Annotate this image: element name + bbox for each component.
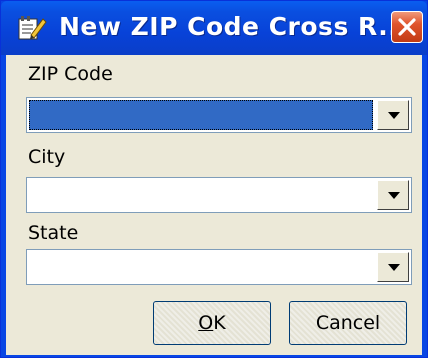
zip-code-dropdown-button[interactable] (377, 100, 409, 130)
state-value[interactable] (29, 252, 373, 282)
chevron-down-icon (388, 192, 400, 199)
ok-button[interactable]: OK (153, 301, 271, 345)
zip-code-value[interactable] (29, 100, 373, 130)
ok-label-rest: K (213, 312, 226, 334)
ok-mnemonic: O (198, 312, 214, 334)
window-title: New ZIP Code Cross R... (59, 12, 409, 41)
cancel-button[interactable]: Cancel (289, 301, 407, 345)
city-label: City (28, 146, 66, 168)
state-combobox[interactable] (26, 249, 412, 285)
zip-code-combobox[interactable] (26, 97, 412, 133)
city-combobox[interactable] (26, 177, 412, 213)
state-label: State (28, 222, 79, 244)
notepad-pencil-icon (17, 13, 47, 43)
chevron-down-icon (388, 112, 400, 119)
title-bar[interactable]: New ZIP Code Cross R... (1, 1, 427, 55)
close-icon (398, 18, 416, 36)
city-dropdown-button[interactable] (377, 180, 409, 210)
dialog-window: New ZIP Code Cross R... ZIP Code City St… (0, 0, 428, 358)
zip-code-label: ZIP Code (28, 63, 113, 85)
city-value[interactable] (29, 180, 373, 210)
close-button[interactable] (391, 11, 423, 43)
chevron-down-icon (388, 264, 400, 271)
state-dropdown-button[interactable] (377, 252, 409, 282)
